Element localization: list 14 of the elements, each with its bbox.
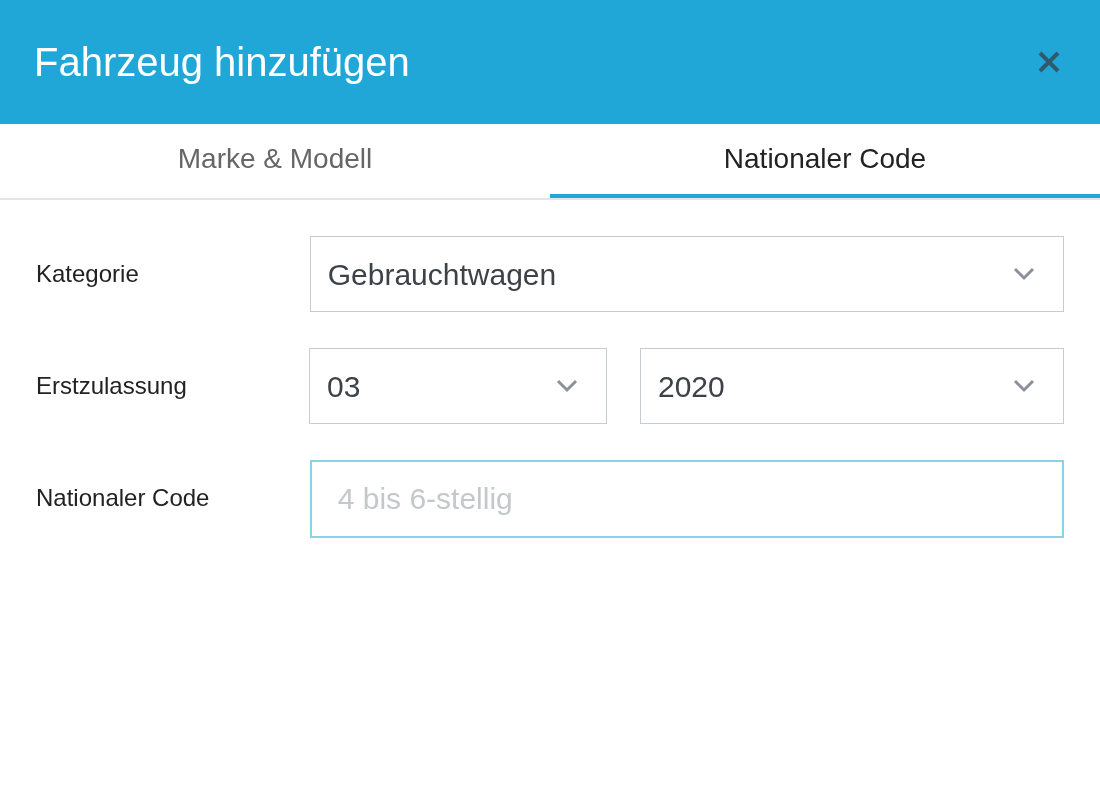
- input-field[interactable]: 4 bis 6-stellig: [309, 460, 1064, 538]
- chevron-down-icon: [1013, 267, 1035, 281]
- tab[interactable]: Marke & Modell: [0, 124, 550, 198]
- close-icon[interactable]: [1036, 49, 1062, 75]
- tab[interactable]: Nationaler Code: [550, 124, 1100, 198]
- dialog-title: Fahrzeug hinzufügen: [34, 39, 410, 86]
- field-label: Nationaler Code: [36, 483, 211, 513]
- chevron-down-icon: [556, 379, 578, 393]
- field-label: Kategorie: [36, 259, 140, 289]
- dropdown-select[interactable]: Gebrauchtwagen: [309, 236, 1064, 312]
- dropdown-select[interactable]: 03: [309, 348, 607, 424]
- dropdown-select[interactable]: 2020: [640, 348, 1064, 424]
- chevron-down-icon: [1013, 379, 1035, 393]
- field-label: Erstzulassung: [36, 371, 188, 401]
